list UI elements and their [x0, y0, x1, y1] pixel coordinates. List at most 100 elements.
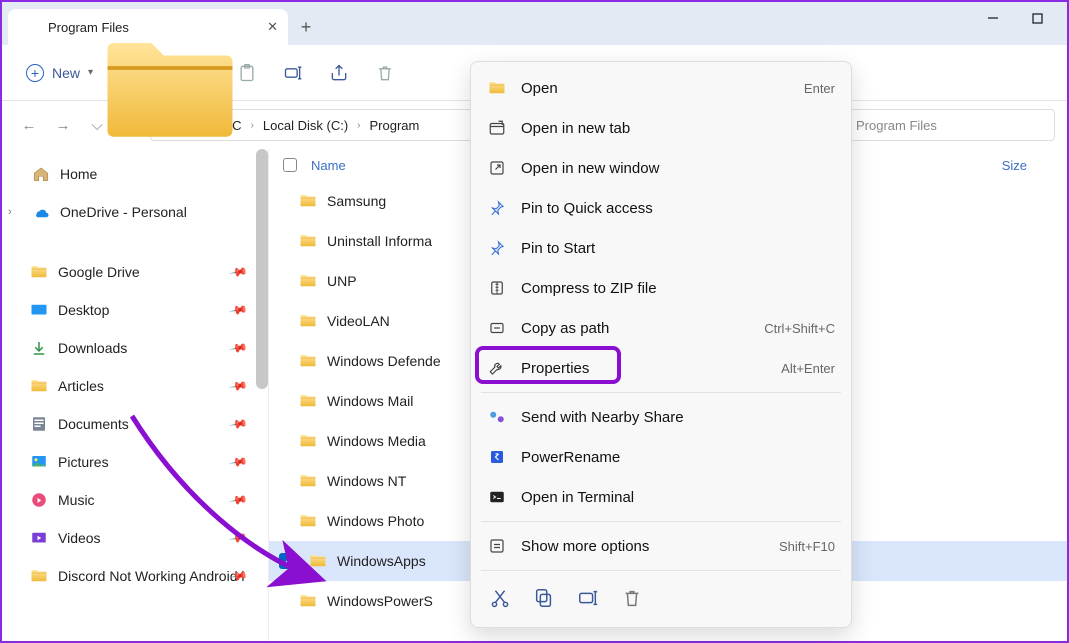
folder-icon	[299, 592, 317, 610]
context-label: Show more options	[521, 538, 649, 555]
pin-icon: 📌	[228, 452, 248, 472]
sidebar-item-label: Discord Not Working Android i	[58, 568, 244, 584]
sidebar-item[interactable]: Desktop 📌	[2, 291, 268, 329]
context-shortcut: Alt+Enter	[781, 361, 835, 376]
share-icon	[487, 407, 507, 427]
context-item-copy-as-path[interactable]: Copy as pathCtrl+Shift+C	[471, 308, 851, 348]
search-placeholder: Program Files	[856, 118, 937, 133]
sidebar-item-label: Videos	[58, 530, 101, 546]
file-name: Samsung	[327, 193, 386, 209]
context-item-pin-to-start[interactable]: Pin to Start	[471, 228, 851, 268]
context-item-open-in-new-window[interactable]: Open in new window	[471, 148, 851, 188]
column-size[interactable]: Size	[1002, 158, 1027, 173]
newwin-icon	[487, 158, 507, 178]
terminal-icon	[487, 487, 507, 507]
pin-icon: 📌	[228, 338, 248, 358]
pin-icon: 📌	[228, 414, 248, 434]
sidebar-item-label: Google Drive	[58, 264, 140, 280]
file-name: WindowsPowerS	[327, 593, 433, 609]
separator	[481, 392, 841, 393]
tab-active[interactable]: Program Files ✕	[8, 9, 288, 45]
context-item-send-with-nearby-share[interactable]: Send with Nearby Share	[471, 397, 851, 437]
folder-icon	[299, 192, 317, 210]
sidebar-item[interactable]: Google Drive📌	[2, 253, 268, 291]
maximize-button[interactable]	[1015, 2, 1059, 34]
home-icon	[32, 165, 50, 183]
minimize-button[interactable]	[971, 2, 1015, 34]
delete-button[interactable]	[362, 55, 408, 91]
pin-icon	[487, 238, 507, 258]
file-name: Windows NT	[327, 473, 406, 489]
context-item-open[interactable]: OpenEnter	[471, 68, 851, 108]
sidebar-item-icon	[30, 377, 48, 395]
window-controls	[971, 2, 1059, 34]
sidebar-item-label: Documents	[58, 416, 129, 432]
sidebar-item-label: Music	[58, 492, 95, 508]
copy-icon[interactable]	[533, 587, 555, 609]
sidebar-home[interactable]: Home	[2, 155, 268, 193]
context-toolbar	[471, 575, 851, 621]
sidebar-item-icon	[30, 339, 48, 357]
sidebar-label: OneDrive - Personal	[60, 204, 187, 220]
sidebar-item[interactable]: Documents 📌	[2, 405, 268, 443]
sidebar-item[interactable]: Videos📌	[2, 519, 268, 557]
sidebar-item-icon	[30, 301, 48, 319]
sidebar-item[interactable]: Music 📌	[2, 481, 268, 519]
context-label: Copy as path	[521, 320, 609, 337]
context-label: Pin to Quick access	[521, 200, 653, 217]
zip-icon	[487, 278, 507, 298]
folder-icon	[299, 432, 317, 450]
context-shortcut: Enter	[804, 81, 835, 96]
onedrive-icon	[32, 203, 50, 221]
sidebar-label: Home	[60, 166, 97, 182]
sidebar-item-icon	[30, 415, 48, 433]
sidebar-item-icon	[30, 263, 48, 281]
context-item-open-in-new-tab[interactable]: Open in new tab	[471, 108, 851, 148]
file-name: Windows Media	[327, 433, 426, 449]
context-item-open-in-terminal[interactable]: Open in Terminal	[471, 477, 851, 517]
sidebar-item[interactable]: Discord Not Working Android i📌	[2, 557, 268, 595]
sidebar-item-icon	[30, 567, 48, 585]
pin-icon: 📌	[228, 376, 248, 396]
open-icon	[487, 78, 507, 98]
context-label: PowerRename	[521, 449, 620, 466]
context-item-properties[interactable]: PropertiesAlt+Enter	[471, 348, 851, 388]
rename-icon[interactable]	[577, 587, 599, 609]
sidebar-item[interactable]: Pictures 📌	[2, 443, 268, 481]
chevron-right-icon[interactable]: ›	[8, 206, 12, 218]
folder-icon	[299, 272, 317, 290]
context-label: Send with Nearby Share	[521, 409, 684, 426]
tab-close-icon[interactable]: ✕	[267, 19, 278, 35]
row-checkbox[interactable]: ✓	[279, 553, 295, 569]
breadcrumb-segment[interactable]: Program	[369, 116, 421, 135]
sidebar-item-label: Articles	[58, 378, 104, 394]
sidebar-item[interactable]: Articles 📌	[2, 367, 268, 405]
select-all-checkbox[interactable]	[283, 158, 297, 172]
context-item-powerrename[interactable]: PowerRename	[471, 437, 851, 477]
context-item-pin-to-quick-access[interactable]: Pin to Quick access	[471, 188, 851, 228]
column-name[interactable]: Name	[311, 158, 346, 173]
share-button[interactable]	[316, 55, 362, 91]
sidebar-item[interactable]: Downloads📌	[2, 329, 268, 367]
titlebar: Program Files ✕ +	[2, 2, 1067, 45]
file-name: VideoLAN	[327, 313, 390, 329]
file-name: Windows Photo	[327, 513, 424, 529]
folder-icon	[20, 18, 38, 36]
folder-icon	[299, 232, 317, 250]
context-label: Open in Terminal	[521, 489, 634, 506]
sidebar-onedrive[interactable]: › OneDrive - Personal	[2, 193, 268, 231]
context-show-more[interactable]: Show more options Shift+F10	[471, 526, 851, 566]
sidebar-item-label: Pictures	[58, 454, 109, 470]
cut-icon[interactable]	[489, 587, 511, 609]
delete-icon[interactable]	[621, 587, 643, 609]
pin-icon: 📌	[228, 490, 248, 510]
context-item-compress-to-zip-file[interactable]: Compress to ZIP file	[471, 268, 851, 308]
folder-icon	[299, 512, 317, 530]
sidebar: Home › OneDrive - Personal Google Drive📌…	[2, 149, 268, 641]
pin-icon: 📌	[228, 300, 248, 320]
sidebar-item-label: Desktop	[58, 302, 109, 318]
folder-icon	[299, 472, 317, 490]
sidebar-item-icon	[30, 453, 48, 471]
search-input[interactable]: Program Files	[847, 109, 1055, 141]
sidebar-item-icon	[30, 491, 48, 509]
